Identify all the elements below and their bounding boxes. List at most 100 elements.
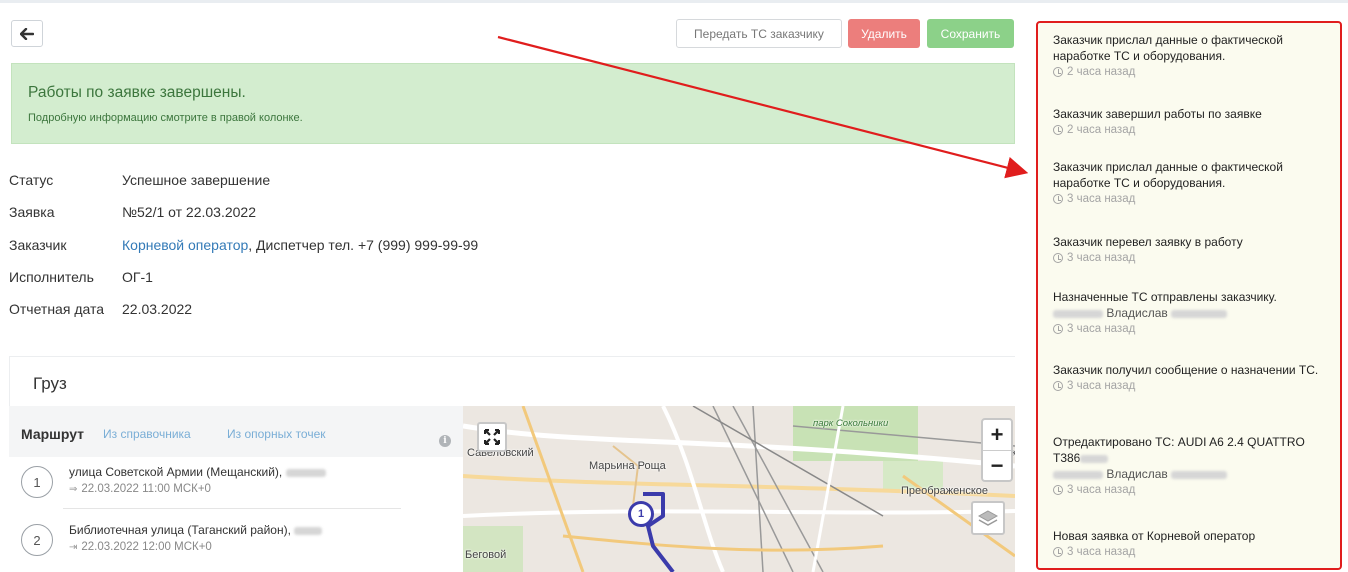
- route-marker[interactable]: 1: [628, 501, 654, 527]
- layers-icon: [978, 510, 998, 526]
- feed-time-text: 2 часа назад: [1067, 124, 1136, 136]
- feed-time-text: 3 часа назад: [1067, 252, 1136, 264]
- feed-item: Новая заявка от Корневой оператор 3 часа…: [1053, 528, 1335, 560]
- feed-time-text: 3 часа назад: [1067, 193, 1136, 205]
- feed-item-time: 3 часа назад: [1053, 250, 1335, 266]
- feed-item-time: 2 часа назад: [1053, 122, 1335, 138]
- stop-address-text: улица Советской Армии (Мещанский),: [69, 465, 283, 479]
- feed-item-time: 3 часа назад: [1053, 544, 1335, 560]
- customer-label: Заказчик: [9, 237, 67, 253]
- feed-item-person: Владислав: [1053, 305, 1335, 321]
- route-tab-points[interactable]: Из опорных точек: [227, 427, 326, 441]
- redacted-text: [1053, 470, 1103, 479]
- feed-item: Заказчик завершил работы по заявке 2 час…: [1053, 106, 1335, 138]
- executor-value: ОГ-1: [122, 269, 153, 285]
- fullscreen-icon: [484, 429, 500, 445]
- arrival-icon: ⇥: [69, 542, 78, 553]
- feed-item-text: Заказчик получил сообщение о назначении …: [1053, 363, 1319, 377]
- back-button[interactable]: [11, 20, 43, 47]
- customer-link[interactable]: Корневой оператор: [122, 237, 248, 253]
- redacted-text: [1053, 309, 1103, 318]
- redacted-text: [1171, 309, 1228, 318]
- feed-item-text: Новая заявка от Корневой оператор: [1053, 529, 1256, 543]
- stop-number: 1: [21, 466, 53, 498]
- zoom-out-button[interactable]: −: [983, 450, 1011, 480]
- transfer-vehicle-button[interactable]: Передать ТС заказчику: [676, 19, 842, 48]
- route-panel: Маршрут Из справочника Из опорных точек …: [9, 406, 463, 572]
- clock-icon: [1053, 485, 1063, 495]
- report-date-value: 22.03.2022: [122, 301, 193, 317]
- route-stop[interactable]: 1 улица Советской Армии (Мещанский), ⇒ 22…: [9, 457, 419, 509]
- clock-icon: [1053, 253, 1063, 263]
- success-alert: Работы по заявке завершены. Подробную ин…: [11, 63, 1015, 144]
- activity-feed: Заказчик прислал данные о фактической на…: [1036, 21, 1342, 570]
- page: Передать ТС заказчику Удалить Сохранить …: [0, 0, 1348, 572]
- route-tab-directory[interactable]: Из справочника: [103, 427, 191, 441]
- stop-time-text: 22.03.2022 11:00 МСК+0: [81, 483, 211, 495]
- feed-person-name: Владислав: [1106, 467, 1168, 481]
- feed-item: Заказчик перевел заявку в работу 3 часа …: [1053, 234, 1335, 266]
- feed-item-text: Назначенные ТС отправлены заказчику.: [1053, 290, 1277, 304]
- feed-item-text: Заказчик завершил работы по заявке: [1053, 107, 1262, 121]
- info-icon[interactable]: i: [439, 435, 451, 447]
- feed-item: Заказчик прислал данные о фактической на…: [1053, 159, 1335, 207]
- route-stop-list: 1 улица Советской Армии (Мещанский), ⇒ 22…: [9, 457, 463, 572]
- feed-item-text: Заказчик прислал данные о фактической на…: [1053, 160, 1283, 190]
- redacted-text: [1080, 454, 1109, 463]
- feed-item-time: 3 часа назад: [1053, 482, 1335, 498]
- zoom-control: + −: [981, 418, 1013, 482]
- report-date-label: Отчетная дата: [9, 301, 105, 317]
- stop-number: 2: [21, 524, 53, 556]
- arrow-left-icon: [20, 27, 34, 40]
- stop-divider: [63, 508, 401, 509]
- clock-icon: [1053, 381, 1063, 391]
- feed-item-time: 2 часа назад: [1053, 64, 1335, 80]
- request-value: №52/1 от 22.03.2022: [122, 204, 257, 220]
- layers-button[interactable]: [971, 501, 1005, 535]
- route-stop[interactable]: 2 Библиотечная улица (Таганский район), …: [9, 515, 419, 567]
- map-label-maryina: Марьина Роща: [589, 460, 666, 472]
- route-map[interactable]: Савеловский Марьина Роща парк Сокольники…: [463, 406, 1015, 572]
- status-value: Успешное завершение: [122, 172, 271, 188]
- feed-item-person: Владислав: [1053, 466, 1335, 482]
- zoom-in-button[interactable]: +: [983, 420, 1011, 450]
- feed-item-time: 3 часа назад: [1053, 191, 1335, 207]
- alert-title: Работы по заявке завершены.: [28, 84, 246, 101]
- feed-item-text: Заказчик перевел заявку в работу: [1053, 235, 1243, 249]
- customer-value: Корневой оператор, Диспетчер тел. +7 (99…: [122, 237, 478, 253]
- stop-time-text: 22.03.2022 12:00 МСК+0: [81, 541, 212, 553]
- delete-button[interactable]: Удалить: [848, 19, 920, 48]
- fullscreen-button[interactable]: [477, 422, 507, 452]
- departure-icon: ⇒: [69, 484, 78, 495]
- redacted-text: [285, 468, 326, 477]
- redacted-text: [1171, 470, 1228, 479]
- save-button[interactable]: Сохранить: [927, 19, 1014, 48]
- clock-icon: [1053, 324, 1063, 334]
- stop-address: Библиотечная улица (Таганский район),: [69, 523, 323, 537]
- clock-icon: [1053, 67, 1063, 77]
- feed-person-name: Владислав: [1106, 306, 1168, 320]
- feed-time-text: 3 часа назад: [1067, 484, 1136, 496]
- stop-address: улица Советской Армии (Мещанский),: [69, 465, 326, 479]
- status-label: Статус: [9, 172, 54, 188]
- stop-address-text: Библиотечная улица (Таганский район),: [69, 523, 291, 537]
- alert-subtitle: Подробную информацию смотрите в правой к…: [28, 112, 303, 124]
- clock-icon: [1053, 547, 1063, 557]
- clock-icon: [1053, 194, 1063, 204]
- map-label-begovoy: Беговой: [465, 549, 507, 561]
- cargo-section: Груз: [9, 356, 1015, 406]
- feed-time-text: 3 часа назад: [1067, 546, 1136, 558]
- clock-icon: [1053, 125, 1063, 135]
- feed-item: Заказчик получил сообщение о назначении …: [1053, 362, 1335, 394]
- redacted-text: [294, 526, 323, 535]
- feed-item-time: 3 часа назад: [1053, 321, 1335, 337]
- executor-label: Исполнитель: [9, 269, 94, 285]
- map-label-preobrazhenskoe: Преображенское: [901, 485, 989, 497]
- request-label: Заявка: [9, 204, 55, 220]
- stop-time: ⇥ 22.03.2022 12:00 МСК+0: [69, 541, 212, 553]
- route-title: Маршрут: [21, 426, 85, 442]
- feed-item: Отредактировано ТС: AUDI A6 2.4 QUATTRO …: [1053, 434, 1335, 498]
- feed-time-text: 2 часа назад: [1067, 66, 1136, 78]
- feed-time-text: 3 часа назад: [1067, 323, 1136, 335]
- feed-item: Заказчик прислал данные о фактической на…: [1053, 32, 1335, 80]
